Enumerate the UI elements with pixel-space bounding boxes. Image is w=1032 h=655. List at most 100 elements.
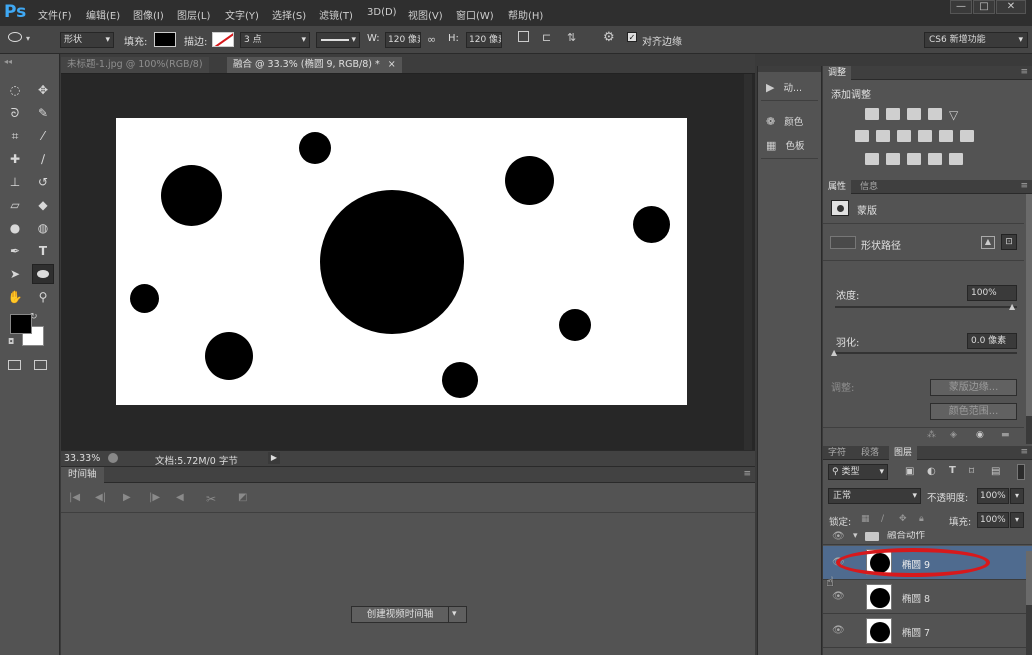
layer-row[interactable]: 👁︎ 椭圆 7: [823, 615, 1032, 648]
fill-swatch[interactable]: [154, 32, 176, 47]
path-selection-tool-icon[interactable]: ➤: [6, 266, 24, 282]
collapse-arrows-icon[interactable]: ◂◂: [4, 57, 12, 66]
invert-icon[interactable]: [865, 153, 879, 165]
width-input[interactable]: 120 像素: [385, 32, 421, 48]
ellipse-shape[interactable]: [130, 284, 159, 313]
type-tool-icon[interactable]: T: [34, 243, 52, 259]
chevron-down-icon[interactable]: ▾: [853, 531, 858, 541]
height-input[interactable]: 120 像素: [466, 32, 502, 48]
menu-file[interactable]: 文件(F): [38, 7, 72, 22]
blur-tool-icon[interactable]: ●: [6, 220, 24, 236]
density-slider[interactable]: [835, 306, 1017, 308]
filter-smart-object-icon[interactable]: ▤: [991, 466, 1000, 477]
ellipse-shape[interactable]: [505, 156, 554, 205]
gear-icon[interactable]: ⚙: [603, 30, 615, 45]
filter-type-icon[interactable]: T: [949, 465, 956, 476]
go-to-first-frame-icon[interactable]: |◀: [69, 492, 80, 503]
filter-toggle-switch[interactable]: [1017, 464, 1025, 480]
foreground-color-swatch[interactable]: [10, 314, 32, 334]
tab-layers[interactable]: 图层: [889, 446, 918, 460]
add-vector-mask-icon[interactable]: ⊡: [1001, 234, 1017, 250]
lock-all-icon[interactable]: 🔒︎: [919, 514, 924, 524]
fill-input[interactable]: 100%: [977, 512, 1009, 528]
menu-image[interactable]: 图像(I): [133, 7, 164, 22]
eraser-tool-icon[interactable]: ▱: [6, 197, 24, 213]
visibility-eye-icon[interactable]: ◉: [976, 430, 984, 440]
ellipse-shape[interactable]: [161, 165, 222, 226]
create-video-timeline-control[interactable]: 创建视频时间轴 ▾: [351, 606, 467, 623]
mask-edge-button[interactable]: 蒙版边缘...: [930, 379, 1017, 396]
visibility-eye-icon[interactable]: 👁︎: [832, 625, 845, 636]
transition-icon[interactable]: ◩: [238, 492, 247, 503]
ellipse-shape[interactable]: [633, 206, 670, 243]
dodge-tool-icon[interactable]: ◍: [34, 220, 52, 236]
posterize-icon[interactable]: [886, 153, 900, 165]
healing-brush-tool-icon[interactable]: ✚: [6, 151, 24, 167]
layers-scrollbar[interactable]: [1026, 551, 1032, 655]
ellipse-shape[interactable]: [559, 309, 591, 341]
mode-select[interactable]: 形状 ▾: [60, 32, 114, 48]
filter-pixel-icon[interactable]: ▣: [905, 466, 914, 477]
stroke-type-select[interactable]: ▾: [316, 32, 360, 48]
brush-tool-icon[interactable]: ∕: [34, 151, 52, 167]
color-lookup-icon[interactable]: [960, 130, 974, 142]
link-icon[interactable]: ∞: [427, 33, 436, 46]
ellipse-tool-icon[interactable]: [8, 32, 22, 42]
canvas[interactable]: [116, 118, 687, 405]
apply-mask-icon[interactable]: ◈: [950, 430, 957, 440]
add-pixel-mask-icon[interactable]: ▲: [981, 236, 995, 249]
tab-untitled-1[interactable]: 未标题-1.jpg @ 100%(RGB/8): [61, 57, 209, 73]
default-colors-icon[interactable]: ◘: [8, 337, 14, 346]
feather-slider[interactable]: [835, 352, 1017, 354]
menu-filter[interactable]: 滤镜(T): [319, 7, 353, 22]
align-edges-checkbox[interactable]: ✓: [627, 32, 637, 42]
crop-tool-icon[interactable]: ⌗: [6, 128, 24, 144]
blend-mode-select[interactable]: 正常 ▾: [828, 488, 921, 504]
next-frame-icon[interactable]: |▶: [149, 492, 160, 503]
lock-image-icon[interactable]: ∕: [881, 514, 884, 524]
audio-icon[interactable]: ◀: [176, 492, 184, 503]
density-input[interactable]: 100%: [967, 285, 1017, 301]
ellipse-shape[interactable]: [299, 132, 331, 164]
curves-icon[interactable]: [907, 108, 921, 120]
menu-layer[interactable]: 图层(L): [177, 7, 210, 22]
menu-edit[interactable]: 编辑(E): [86, 7, 120, 22]
menu-select[interactable]: 选择(S): [272, 7, 306, 22]
menu-type[interactable]: 文字(Y): [225, 7, 259, 22]
opacity-chevron-icon[interactable]: ▾: [1010, 488, 1024, 504]
path-alignment-icon[interactable]: ⊏: [542, 31, 551, 44]
photo-filter-icon[interactable]: [918, 130, 932, 142]
density-slider-thumb[interactable]: ▲: [1009, 302, 1015, 311]
tab-timeline[interactable]: 时间轴: [61, 467, 104, 483]
zoom-level[interactable]: 33.33%: [64, 453, 100, 464]
ellipse-tool-active-icon[interactable]: [32, 264, 54, 284]
paint-bucket-tool-icon[interactable]: ◆: [34, 197, 52, 213]
feather-slider-thumb[interactable]: ▲: [831, 348, 837, 357]
layer-filter-select[interactable]: ⚲ 类型 ▾: [828, 464, 888, 480]
channel-mixer-icon[interactable]: [939, 130, 953, 142]
black-white-icon[interactable]: [897, 130, 911, 142]
brightness-contrast-icon[interactable]: [865, 108, 879, 120]
maximize-button[interactable]: □: [973, 0, 995, 14]
hand-tool-icon[interactable]: ✋: [6, 289, 24, 305]
tab-info[interactable]: 信息: [855, 180, 883, 194]
filter-adjustment-icon[interactable]: ◐: [927, 466, 936, 477]
play-icon[interactable]: ▶: [123, 492, 131, 503]
tab-properties[interactable]: 属性: [823, 180, 852, 194]
create-video-timeline-button[interactable]: 创建视频时间轴: [352, 607, 449, 622]
lock-transparent-icon[interactable]: ▦: [861, 514, 870, 524]
layer-row[interactable]: 👁︎ 椭圆 8: [823, 581, 1032, 614]
menu-view[interactable]: 视图(V): [408, 7, 443, 22]
filter-shape-icon[interactable]: ⌑: [969, 466, 974, 477]
vibrance-icon[interactable]: ▽: [949, 108, 958, 122]
workspace-select[interactable]: CS6 新增功能 ▾: [924, 32, 1028, 48]
dock-swatches[interactable]: ▦ 色板: [766, 138, 804, 152]
tab-adjustments[interactable]: 调整: [823, 66, 852, 80]
visibility-eye-icon[interactable]: 👁︎: [832, 531, 845, 542]
menu-3d[interactable]: 3D(D): [367, 7, 397, 18]
panel-menu-icon[interactable]: ≡: [1020, 181, 1028, 191]
close-tab-icon[interactable]: ×: [388, 59, 396, 70]
panel-menu-icon[interactable]: ≡: [743, 469, 751, 479]
hue-saturation-icon[interactable]: [855, 130, 869, 142]
ellipse-shape[interactable]: [442, 362, 478, 398]
